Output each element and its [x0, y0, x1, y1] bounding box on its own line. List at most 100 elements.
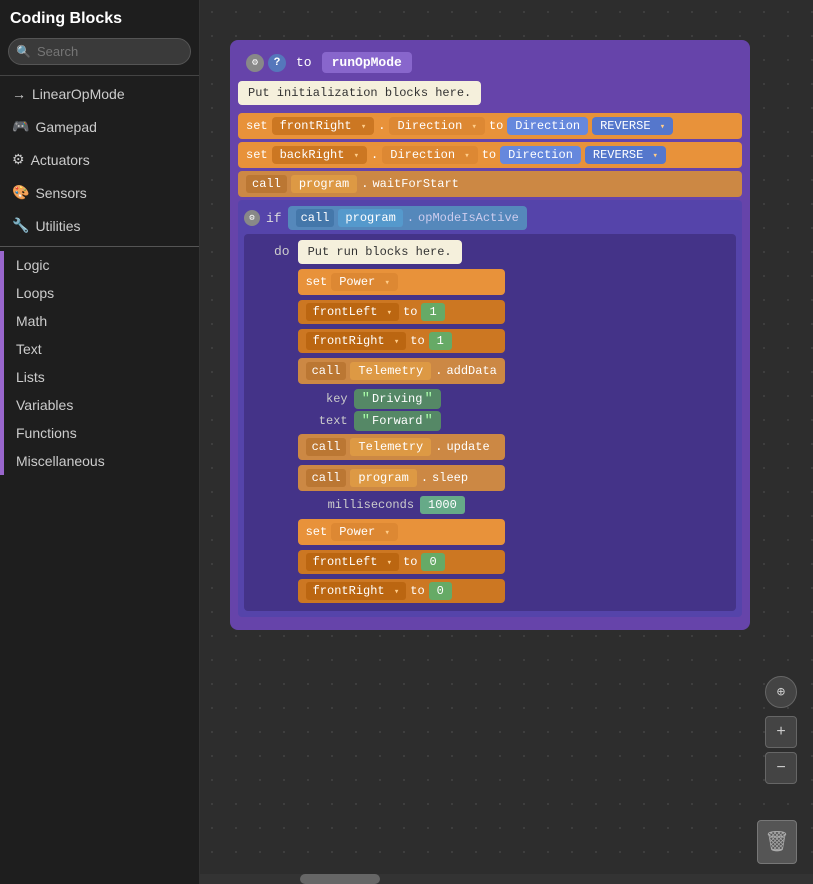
zoom-out-button[interactable]: − [765, 752, 797, 784]
call-sleep-block[interactable]: call program . sleep [298, 465, 505, 491]
sidebar-block-label: Functions [16, 425, 77, 441]
sensor-icon: 🎨 [12, 184, 29, 201]
method-label: runOpMode [322, 52, 412, 73]
runopmode-block[interactable]: ⚙ ? to runOpMode Put initialization bloc… [230, 40, 750, 630]
set-power-block2[interactable]: set Power ▾ [298, 519, 505, 545]
assign-to2: to [410, 334, 424, 348]
var-frontright[interactable]: frontRight ▾ [272, 117, 375, 135]
var-frontright1[interactable]: frontRight ▾ [306, 332, 407, 350]
dir-value2[interactable]: REVERSE ▾ [585, 146, 666, 164]
dot4: . [407, 211, 414, 225]
num-1a[interactable]: 1 [421, 303, 444, 321]
sidebar: Coding Blocks 🔍 → LinearOpMode 🎮 Gamepad… [0, 0, 200, 884]
prop-direction2[interactable]: Direction ▾ [382, 146, 477, 164]
var-frontleft2[interactable]: frontLeft ▾ [306, 553, 399, 571]
sidebar-item-sensors[interactable]: 🎨 Sensors [0, 176, 199, 209]
call-telemetry-update[interactable]: call Telemetry . update [298, 434, 505, 460]
var-backright[interactable]: backRight ▾ [272, 146, 367, 164]
sidebar-item-label: LinearOpMode [32, 86, 125, 102]
call-kw1: call [246, 175, 287, 193]
sidebar-item-loops[interactable]: Loops [0, 279, 199, 307]
do-inner: Put run blocks here. set Power ▾ frontLe… [298, 240, 505, 605]
key-label: key [318, 392, 348, 406]
key-value: Driving [372, 392, 422, 406]
if-header: ⚙ if call program . opModeIsActive [244, 206, 736, 230]
num-0a[interactable]: 0 [421, 553, 444, 571]
to1: to [489, 119, 503, 133]
num-1b[interactable]: 1 [429, 332, 452, 350]
sidebar-block-label: Loops [16, 285, 54, 301]
call-update-method: update [446, 440, 489, 454]
sidebar-item-linearopmode[interactable]: → LinearOpMode [0, 78, 199, 110]
init-placeholder: Put initialization blocks here. [238, 81, 481, 105]
call-obj-program2[interactable]: program [338, 209, 402, 227]
sidebar-item-gamepad[interactable]: 🎮 Gamepad [0, 110, 199, 143]
scroll-thumb[interactable] [300, 874, 380, 884]
set-frontright-block[interactable]: set frontRight ▾ . Direction ▾ to Direct… [238, 113, 742, 139]
sidebar-item-miscellaneous[interactable]: Miscellaneous [0, 447, 199, 475]
sidebar-divider-thick [0, 246, 199, 247]
prop-direction1[interactable]: Direction ▾ [389, 117, 484, 135]
num-0b[interactable]: 0 [429, 582, 452, 600]
to-label: to [290, 53, 318, 72]
power-badge1[interactable]: Power ▾ [331, 273, 398, 291]
sidebar-item-lists[interactable]: Lists [0, 363, 199, 391]
question-circle-icon: ? [268, 54, 286, 72]
call-waitforstart[interactable]: call program . waitForStart [238, 171, 742, 197]
set-backright-block[interactable]: set backRight ▾ . Direction ▾ to Directi… [238, 142, 742, 168]
search-container: 🔍 [0, 34, 199, 73]
if-block[interactable]: ⚙ if call program . opModeIsActive do [238, 200, 742, 617]
sidebar-item-actuators[interactable]: ⚙ Actuators [0, 143, 199, 176]
var-frontleft1[interactable]: frontLeft ▾ [306, 303, 399, 321]
gear-icon: ⚙ [12, 151, 25, 168]
assign-frontleft1[interactable]: frontLeft ▾ to 1 [298, 300, 505, 324]
assign-frontright2[interactable]: frontRight ▾ to 0 [298, 579, 505, 603]
sidebar-item-math[interactable]: Math [0, 307, 199, 335]
dir-value1[interactable]: REVERSE ▾ [592, 117, 673, 135]
sidebar-block-label: Text [16, 341, 42, 357]
dir-label2: Direction [500, 146, 581, 164]
var-frontright2[interactable]: frontRight ▾ [306, 582, 407, 600]
sidebar-item-functions[interactable]: Functions [0, 419, 199, 447]
canvas-controls: ⊕ + − [765, 676, 797, 784]
bottom-scrollbar[interactable] [200, 874, 813, 884]
set-kw-power2: set [306, 525, 328, 539]
call-obj-program3[interactable]: program [350, 469, 416, 487]
call-telemetry-adddata[interactable]: call Telemetry . addData [298, 358, 505, 384]
key-value-badge[interactable]: " Driving " [354, 389, 441, 409]
main-canvas[interactable]: ⚙ ? to runOpMode Put initialization bloc… [200, 0, 813, 884]
assign-frontleft2[interactable]: frontLeft ▾ to 0 [298, 550, 505, 574]
milliseconds-row: milliseconds 1000 [328, 496, 505, 514]
power-badge2[interactable]: Power ▾ [331, 523, 398, 541]
sidebar-item-utilities[interactable]: 🔧 Utilities [0, 209, 199, 242]
set-power-block1[interactable]: set Power ▾ [298, 269, 505, 295]
dir-label1: Direction [507, 117, 588, 135]
sidebar-item-label: Actuators [31, 152, 90, 168]
sidebar-item-label: Sensors [35, 185, 86, 201]
crosshair-button[interactable]: ⊕ [765, 676, 797, 708]
sidebar-item-logic[interactable]: Logic [0, 251, 199, 279]
key-text-container: key " Driving " text [318, 389, 505, 431]
assign-frontright1[interactable]: frontRight ▾ to 1 [298, 329, 505, 353]
call-obj-telemetry2[interactable]: Telemetry [350, 438, 431, 456]
assign-to4: to [410, 584, 424, 598]
call-obj-program1[interactable]: program [291, 175, 357, 193]
text-value-badge[interactable]: " Forward " [354, 411, 441, 431]
assign-to3: to [403, 555, 417, 569]
blocks-area: ⚙ ? to runOpMode Put initialization bloc… [230, 40, 750, 630]
set-keyword: set [246, 119, 268, 133]
call-kw-telemetry: call [306, 362, 347, 380]
sidebar-item-variables[interactable]: Variables [0, 391, 199, 419]
search-input[interactable] [8, 38, 191, 65]
ms-value[interactable]: 1000 [420, 496, 465, 514]
dot1: . [378, 119, 385, 133]
trash-button[interactable]: 🗑 [757, 820, 797, 864]
call-opmode-block[interactable]: call program . opModeIsActive [288, 206, 527, 230]
text-label: text [318, 414, 348, 428]
call-obj-telemetry1[interactable]: Telemetry [350, 362, 431, 380]
quote-left1: " [362, 391, 370, 407]
dot5: . [435, 364, 442, 378]
zoom-in-button[interactable]: + [765, 716, 797, 748]
sidebar-item-text[interactable]: Text [0, 335, 199, 363]
text-value: Forward [372, 414, 422, 428]
